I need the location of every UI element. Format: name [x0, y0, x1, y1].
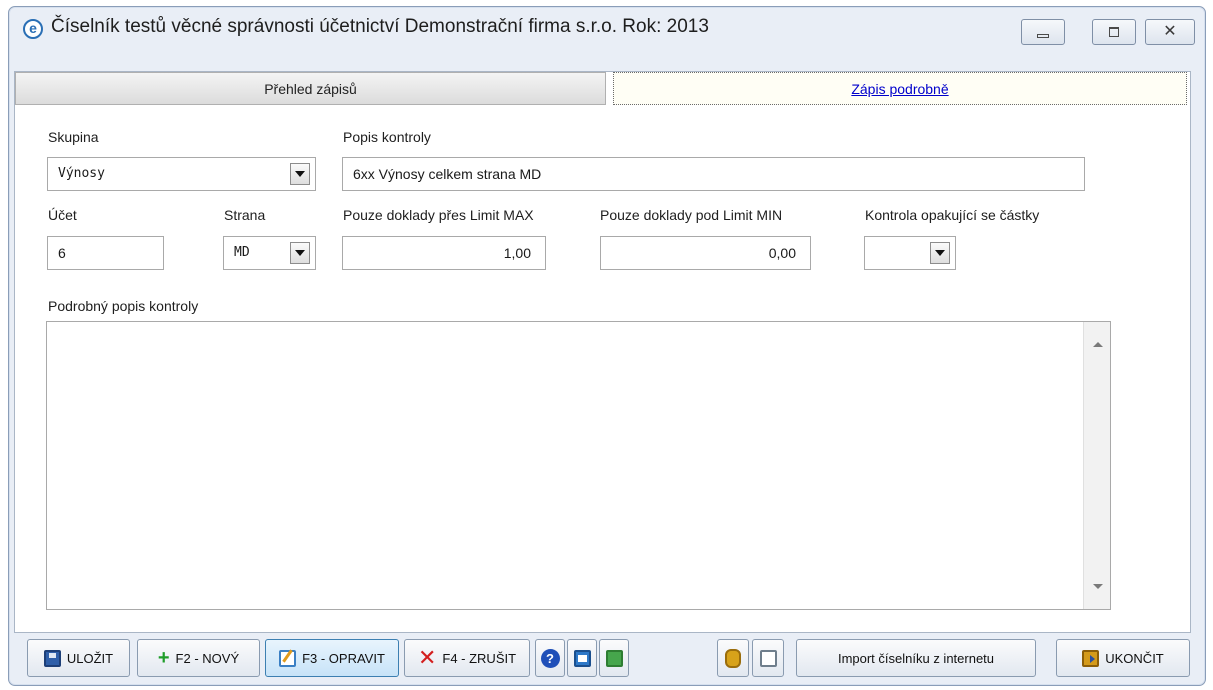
main-window: e Číselník testů věcné správnosti účetni… [8, 6, 1206, 686]
memo-scrollbar[interactable] [1083, 322, 1110, 609]
money-bag-button[interactable] [717, 639, 749, 677]
limit-min-input[interactable]: 0,00 [600, 236, 811, 270]
save-button-label: ULOŽIT [66, 650, 114, 666]
card-icon [573, 649, 591, 667]
scroll-up-icon[interactable] [1093, 342, 1103, 347]
title-bar[interactable]: e Číselník testů věcné správnosti účetni… [9, 7, 1205, 69]
maximize-button[interactable] [1092, 19, 1136, 45]
cancel-button-label: F4 - ZRUŠIT [442, 650, 517, 666]
import-button[interactable]: Import číselníku z internetu [796, 639, 1036, 677]
minimize-button[interactable] [1021, 19, 1065, 45]
new-button-label: F2 - NOVÝ [175, 650, 240, 666]
window-title: Číselník testů věcné správnosti účetnict… [51, 16, 709, 37]
strana-value: MD [234, 245, 250, 260]
exit-button-label: UKONČIT [1105, 650, 1164, 666]
close-icon: ✕ [1163, 23, 1177, 40]
cross-icon: ✕ [417, 645, 437, 670]
help-button[interactable]: ? [535, 639, 565, 677]
skupina-dropdown-button[interactable] [290, 163, 310, 185]
app-logo-icon: e [23, 19, 43, 39]
floppy-disk-icon [43, 649, 61, 667]
sheet-button[interactable] [599, 639, 629, 677]
kontrola-opakujici-label: Kontrola opakující se částky [865, 207, 1040, 223]
edit-icon [279, 649, 297, 667]
skupina-select[interactable]: Výnosy [47, 157, 316, 191]
limit-min-label: Pouze doklady pod Limit MIN [600, 207, 783, 223]
kontrola-opakujici-select[interactable] [864, 236, 956, 270]
popis-kontroly-label: Popis kontroly [343, 129, 431, 145]
podrobny-popis-label: Podrobný popis kontroly [48, 298, 199, 314]
podrobny-popis-textarea[interactable] [46, 321, 1111, 610]
filter-button[interactable] [752, 639, 784, 677]
limit-max-input[interactable]: 1,00 [342, 236, 546, 270]
new-button[interactable]: + F2 - NOVÝ [137, 639, 260, 677]
tab-zapis-podrobne[interactable]: Zápis podrobně [613, 72, 1187, 105]
ucet-input[interactable]: 6 [47, 236, 164, 270]
kontrola-opakujici-dropdown-button[interactable] [930, 242, 950, 264]
edit-button-label: F3 - OPRAVIT [302, 650, 385, 666]
strana-label: Strana [224, 207, 266, 223]
sheet-icon [605, 649, 623, 667]
minimize-icon [1037, 34, 1049, 38]
popis-kontroly-input[interactable]: 6xx Výnosy celkem strana MD [342, 157, 1085, 191]
exit-button[interactable]: UKONČIT [1056, 639, 1190, 677]
chevron-down-icon [295, 250, 305, 256]
cancel-button[interactable]: ✕ F4 - ZRUŠIT [404, 639, 530, 677]
strana-select[interactable]: MD [223, 236, 316, 270]
import-button-label: Import číselníku z internetu [837, 650, 995, 666]
tab-prehled-zapisu[interactable]: Přehled zápisů [15, 72, 606, 105]
help-icon: ? [540, 648, 560, 668]
chevron-down-icon [295, 171, 305, 177]
money-bag-icon [725, 648, 741, 668]
save-button[interactable]: ULOŽIT [27, 639, 130, 677]
skupina-value: Výnosy [58, 166, 105, 181]
ucet-label: Účet [48, 207, 77, 223]
edit-button[interactable]: F3 - OPRAVIT [265, 639, 399, 677]
card-button[interactable] [567, 639, 597, 677]
exit-door-icon [1082, 649, 1100, 667]
close-button[interactable]: ✕ [1145, 19, 1195, 45]
plus-icon: + [157, 647, 170, 669]
limit-max-label: Pouze doklady přes Limit MAX [343, 207, 534, 223]
filter-icon [759, 649, 777, 667]
chevron-down-icon [935, 250, 945, 256]
skupina-label: Skupina [48, 129, 99, 145]
maximize-icon [1109, 27, 1119, 37]
scroll-down-icon[interactable] [1093, 584, 1103, 589]
strana-dropdown-button[interactable] [290, 242, 310, 264]
